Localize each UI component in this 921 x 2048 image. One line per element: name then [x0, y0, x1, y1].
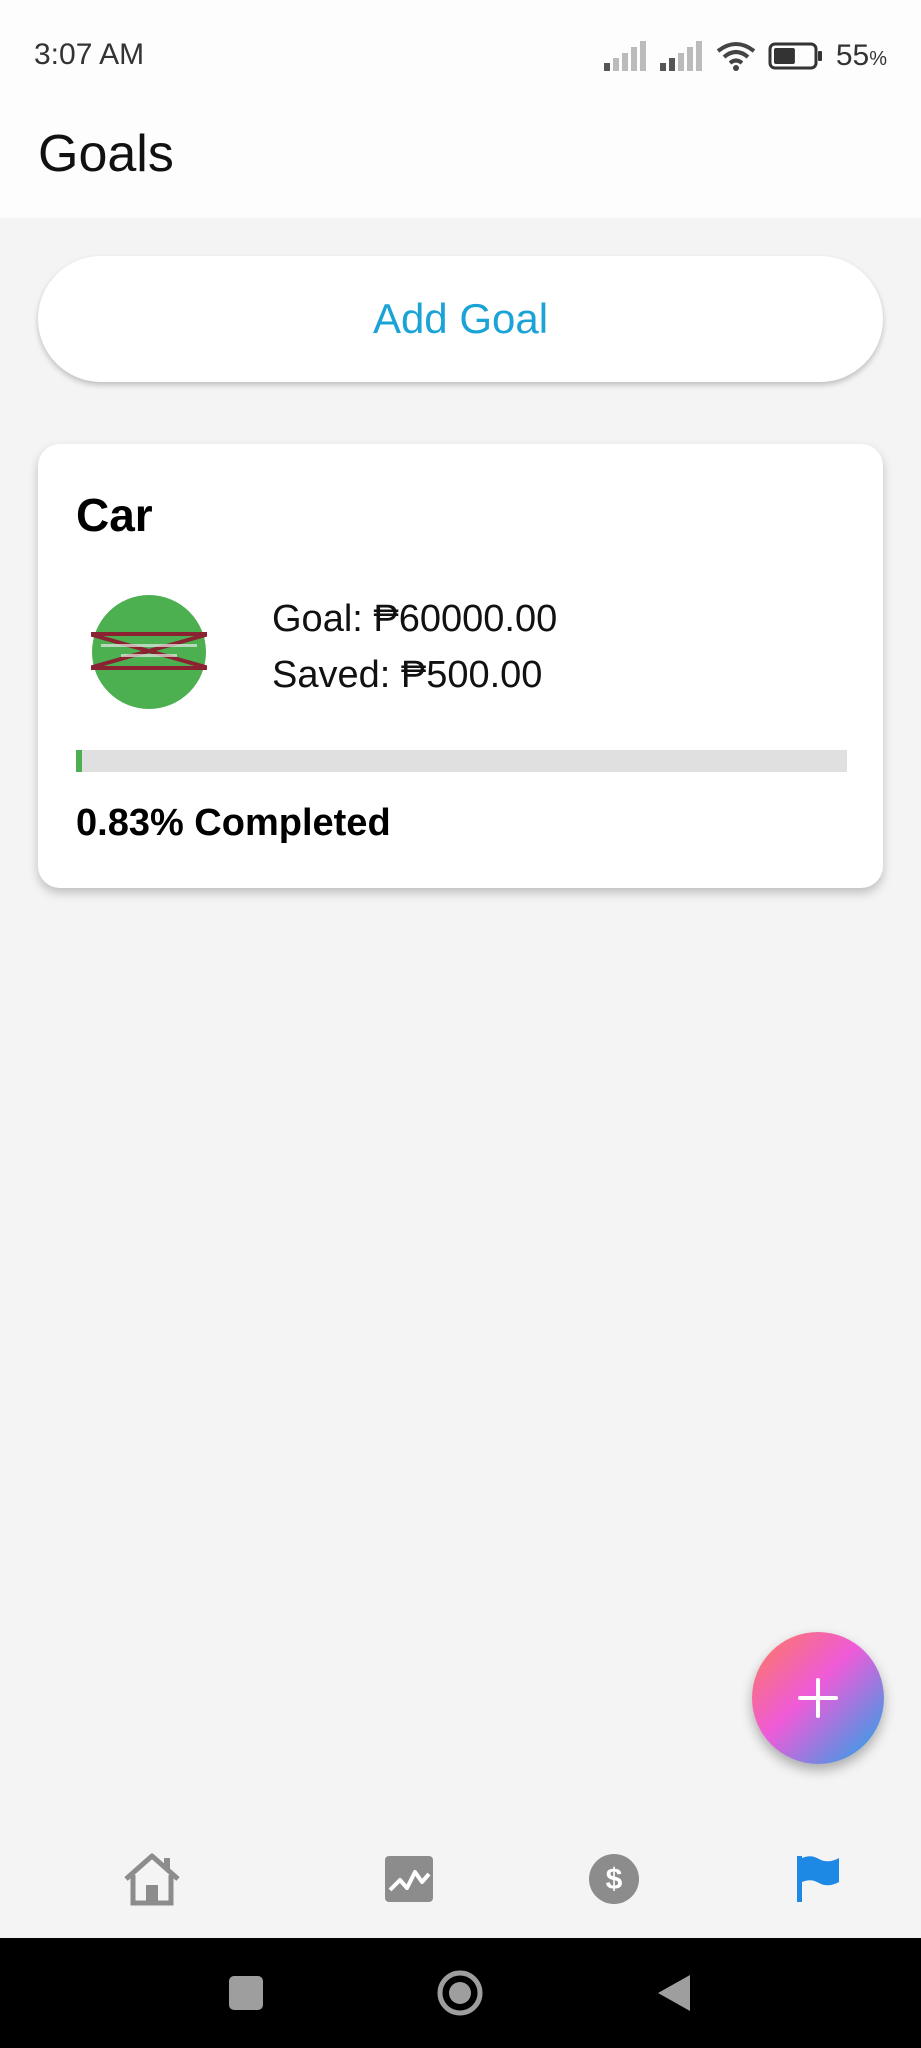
bottom-nav: $ [0, 1814, 921, 1938]
nav-home[interactable] [107, 1834, 197, 1924]
nav-goals[interactable] [773, 1834, 863, 1924]
back-triangle-icon [658, 1975, 690, 2011]
svg-text:$: $ [606, 1863, 623, 1896]
circle-icon [437, 1970, 483, 2016]
app-header: Goals [0, 110, 921, 218]
status-icons: 55% [603, 36, 887, 76]
recents-button[interactable] [211, 1958, 281, 2028]
nav-analytics[interactable] [364, 1834, 454, 1924]
page-title: Goals [38, 125, 174, 183]
chart-icon [385, 1856, 433, 1902]
flag-icon [797, 1856, 839, 1902]
back-button[interactable] [639, 1958, 709, 2028]
plus-icon [798, 1678, 838, 1718]
fab-add-button[interactable] [752, 1632, 884, 1764]
battery-icon [768, 42, 822, 70]
status-time: 3:07 AM [34, 38, 145, 71]
nav-money[interactable]: $ [569, 1834, 659, 1924]
dollar-icon: $ [589, 1854, 639, 1904]
system-nav-bar [0, 1938, 921, 2048]
wifi-icon [716, 42, 756, 71]
battery-percent: 55% [835, 39, 887, 72]
completion-percent: 0.83% Completed [76, 802, 391, 844]
add-goal-button[interactable]: Add Goal [38, 256, 883, 382]
status-bar: 3:07 AM 55% [0, 0, 921, 110]
broken-image-icon [91, 595, 207, 709]
saved-amount: Saved: ₱500.00 [272, 654, 543, 696]
square-icon [229, 1976, 263, 2010]
goal-name: Car [76, 489, 153, 541]
signal-icon [603, 41, 646, 71]
home-button[interactable] [425, 1958, 495, 2028]
home-icon [124, 1853, 180, 1906]
signal-icon [659, 41, 702, 71]
goal-card[interactable]: Car Goal: ₱60000.00 Saved: ₱500.00 0.83%… [38, 444, 883, 888]
progress-bar [76, 750, 847, 772]
progress-fill [76, 750, 83, 772]
goal-amount: Goal: ₱60000.00 [272, 598, 558, 640]
